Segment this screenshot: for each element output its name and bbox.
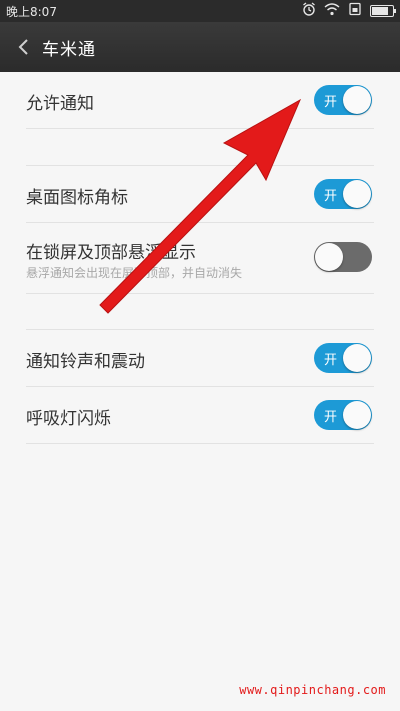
setting-label: 通知铃声和震动 [26,352,145,372]
battery-level [372,6,388,15]
lockscreen-float-toggle[interactable] [314,242,372,272]
status-icons [302,2,396,19]
toggle-text: 开 [324,410,338,425]
toggle-knob [315,243,343,271]
setting-label: 允许通知 [26,94,94,114]
battery-icon [370,4,396,17]
status-bar: 晚上8:07 [0,0,400,22]
ring-vibrate-toggle[interactable]: 开 [314,343,372,373]
toggle-knob [343,180,371,208]
status-time: 晚上8:07 [6,5,57,19]
desktop-badge-toggle[interactable]: 开 [314,179,372,209]
toggle-knob [343,86,371,114]
title-bar: 车米通 [0,22,400,72]
setting-row-breathing-light[interactable]: 呼吸灯闪烁 开 [26,387,374,444]
toggle-knob [343,344,371,372]
watermark: www.qinpinchang.com [239,683,386,697]
page-title: 车米通 [42,40,96,60]
allow-notifications-toggle[interactable]: 开 [314,85,372,115]
setting-row-desktop-badge[interactable]: 桌面图标角标 开 [26,166,374,223]
setting-label: 在锁屏及顶部悬浮显示 [26,243,196,263]
setting-row-allow-notifications[interactable]: 允许通知 开 [26,72,374,129]
setting-row-lockscreen-float[interactable]: 在锁屏及顶部悬浮显示 悬浮通知会出现在屏幕顶部，并自动消失 [26,223,374,294]
setting-subtitle: 悬浮通知会出现在屏幕顶部，并自动消失 [26,266,243,280]
breathing-light-toggle[interactable]: 开 [314,400,372,430]
back-arrow-icon[interactable] [14,37,34,57]
toggle-text: 开 [324,353,338,368]
alarm-icon [302,2,316,19]
setting-label: 桌面图标角标 [26,188,128,208]
toggle-text: 开 [324,189,338,204]
setting-label: 呼吸灯闪烁 [26,409,111,429]
setting-row-ring-vibrate[interactable]: 通知铃声和震动 开 [26,330,374,387]
sim-icon [348,2,362,19]
wifi-icon [324,2,340,19]
toggle-text: 开 [324,95,338,110]
toggle-knob [343,401,371,429]
